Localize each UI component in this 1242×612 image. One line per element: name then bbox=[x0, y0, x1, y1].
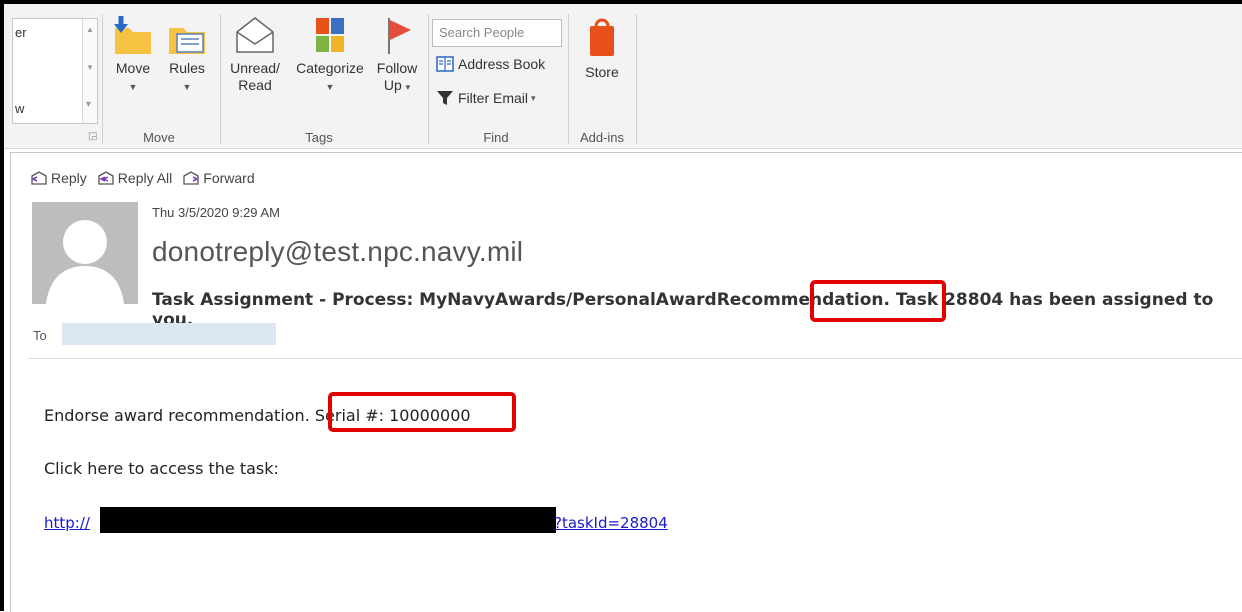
message-subject: Task Assignment - Process: MyNavyAwards/… bbox=[152, 290, 1214, 330]
ribbon: er w ▲ ▼ ▾ ◲ Move ▼ Rules ▼ Move Unread/… bbox=[4, 4, 1242, 149]
move-group-label: Move bbox=[143, 130, 175, 145]
chevron-down-icon: ▼ bbox=[128, 82, 138, 92]
body-line-click-here: Click here to access the task: bbox=[44, 459, 279, 478]
chevron-down-icon: ▾ bbox=[405, 82, 411, 92]
gallery-text-top: er bbox=[15, 25, 27, 40]
group-separator bbox=[220, 14, 221, 144]
gallery-text-bottom: w bbox=[15, 101, 25, 116]
task-link-start[interactable]: http:// bbox=[44, 514, 90, 532]
categorize-button[interactable]: Categorize ▼ bbox=[290, 14, 370, 96]
to-label: To bbox=[33, 328, 47, 343]
group-separator bbox=[102, 14, 103, 144]
message-actions: Reply Reply All Forward bbox=[30, 170, 255, 186]
group-separator bbox=[428, 14, 429, 144]
message-date: Thu 3/5/2020 9:29 AM bbox=[152, 205, 280, 220]
header-divider bbox=[28, 358, 1242, 359]
reply-all-icon bbox=[98, 171, 114, 185]
move-button[interactable]: Move ▼ bbox=[108, 14, 158, 96]
reply-all-button[interactable]: Reply All bbox=[97, 170, 172, 186]
unread-label-line2: Read bbox=[238, 77, 272, 93]
envelope-open-icon bbox=[236, 17, 274, 53]
unread-read-button[interactable]: Unread/ Read bbox=[224, 14, 286, 94]
rules-label: Rules bbox=[169, 60, 205, 76]
chevron-down-icon: ▾ bbox=[531, 92, 536, 103]
move-label: Move bbox=[115, 60, 151, 76]
chevron-down-icon: ▼ bbox=[325, 82, 335, 92]
gallery-scrollbar[interactable]: ▲ ▼ ▾ bbox=[82, 19, 97, 123]
group-separator bbox=[636, 14, 637, 144]
store-button[interactable]: Store bbox=[574, 14, 630, 81]
sender-address[interactable]: donotreply@test.npc.navy.mil bbox=[152, 236, 523, 268]
highlight-serial-number bbox=[328, 392, 516, 432]
dialog-launcher-icon[interactable]: ◲ bbox=[88, 131, 97, 142]
sender-avatar bbox=[32, 202, 138, 304]
gallery-more-icon[interactable]: ▾ bbox=[86, 99, 91, 110]
quick-steps-gallery[interactable]: er w ▲ ▼ ▾ bbox=[12, 18, 98, 124]
address-book-button[interactable]: Address Book bbox=[436, 56, 545, 72]
tags-group-label: Tags bbox=[305, 130, 333, 145]
forward-icon bbox=[183, 171, 200, 185]
reading-pane bbox=[10, 152, 1242, 612]
reply-button[interactable]: Reply bbox=[30, 170, 87, 186]
task-link-end[interactable]: ?taskId=28804 bbox=[554, 514, 668, 532]
scroll-up-icon[interactable]: ▲ bbox=[86, 25, 94, 34]
scroll-down-icon[interactable]: ▼ bbox=[86, 63, 94, 72]
search-people-input[interactable]: Search People bbox=[432, 19, 562, 47]
rules-button[interactable]: Rules ▼ bbox=[162, 14, 212, 96]
flag-icon bbox=[388, 18, 411, 54]
categorize-label: Categorize bbox=[296, 60, 364, 76]
reply-all-label: Reply All bbox=[117, 170, 173, 186]
highlight-task-number bbox=[810, 280, 946, 322]
rules-icon bbox=[169, 28, 205, 54]
find-group-label: Find bbox=[483, 130, 509, 145]
store-icon bbox=[590, 18, 614, 56]
reply-icon bbox=[31, 171, 47, 185]
addins-group-label: Add-ins bbox=[579, 130, 625, 145]
recipient-field[interactable] bbox=[62, 323, 276, 345]
reply-label: Reply bbox=[51, 170, 87, 186]
follow-label-line1: Follow bbox=[376, 60, 418, 76]
store-label: Store bbox=[585, 64, 619, 80]
chevron-down-icon: ▼ bbox=[182, 82, 192, 92]
filter-icon bbox=[437, 91, 453, 105]
group-separator bbox=[568, 14, 569, 144]
forward-button[interactable]: Forward bbox=[182, 170, 255, 186]
person-placeholder-icon bbox=[46, 220, 124, 304]
move-folder-icon bbox=[114, 16, 151, 54]
filter-email-label: Filter Email bbox=[458, 90, 529, 106]
unread-label-line1: Unread/ bbox=[230, 60, 280, 76]
follow-up-button[interactable]: Follow Up ▾ bbox=[370, 14, 424, 96]
address-book-label: Address Book bbox=[458, 56, 546, 72]
forward-label: Forward bbox=[203, 170, 255, 186]
address-book-icon bbox=[436, 56, 454, 72]
follow-label-line2: Up bbox=[383, 77, 402, 93]
categorize-icon bbox=[316, 18, 344, 52]
redaction-bar bbox=[100, 507, 556, 533]
filter-email-button[interactable]: Filter Email ▾ bbox=[436, 90, 536, 106]
